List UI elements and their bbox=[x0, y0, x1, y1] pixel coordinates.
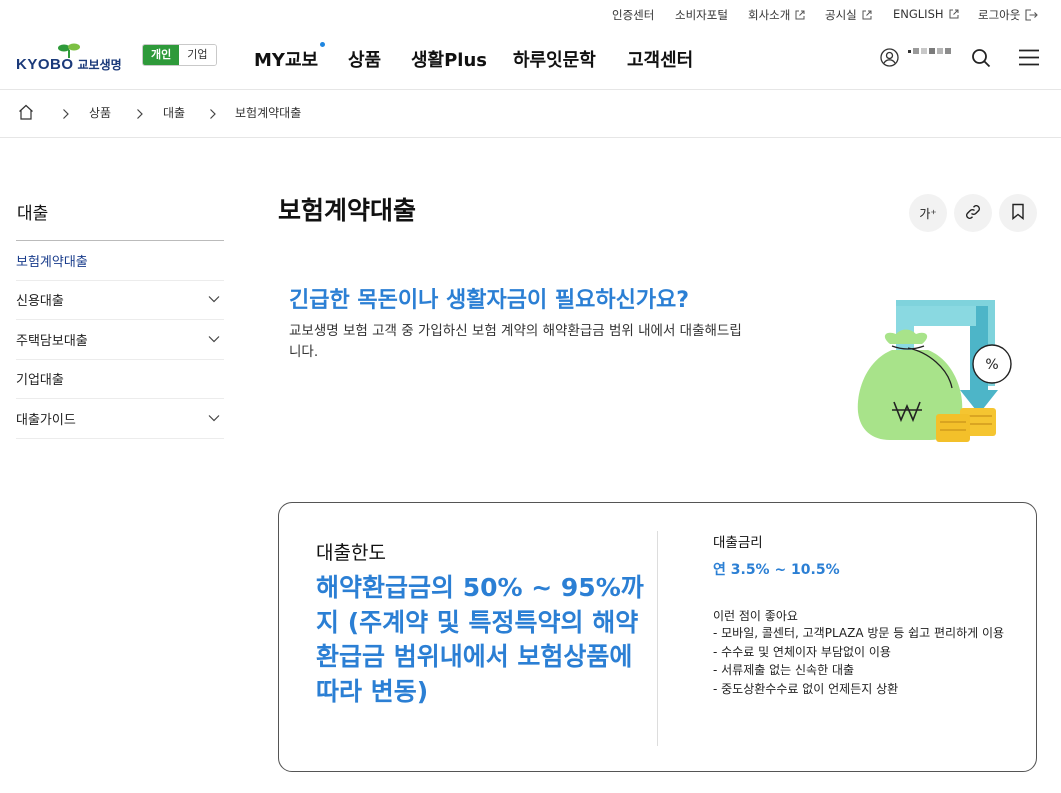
share-link-button[interactable] bbox=[954, 194, 992, 232]
bookmark-icon bbox=[1011, 203, 1025, 223]
new-badge-dot bbox=[320, 42, 326, 47]
link-icon bbox=[964, 203, 982, 224]
loan-info-box: 대출한도 해약환급금의 50% ~ 95%까지 (주계약 및 특정특약의 해약환… bbox=[278, 502, 1037, 772]
breadcrumb-current: 보험계약대출 bbox=[235, 106, 302, 120]
benefit-item: - 중도상환수수료 없이 언제든지 상환 bbox=[713, 681, 899, 696]
cert-center-link[interactable]: 인증센터 bbox=[612, 7, 654, 23]
sidebar-title: 대출 bbox=[17, 204, 49, 224]
loan-limit-value: 해약환급금의 50% ~ 95%까지 (주계약 및 특정특약의 해약환급금 범위… bbox=[316, 573, 644, 706]
benefit-list: - 모바일, 콜센터, 고객PLAZA 방문 등 쉽고 편리하게 이용 - 수수… bbox=[713, 624, 1013, 698]
chevron-right-icon bbox=[209, 105, 217, 124]
chevron-down-icon bbox=[208, 332, 220, 347]
home-icon[interactable] bbox=[18, 104, 34, 124]
utility-bar: 인증센터 소비자포털 회사소개 공시실 ENGLISH 로그아웃 bbox=[0, 0, 1061, 28]
chevron-down-icon bbox=[208, 411, 220, 426]
breadcrumb-products[interactable]: 상품 bbox=[89, 104, 111, 121]
intro-description: 교보생명 보험 고객 중 가입하신 보험 계약의 해약환급금 범위 내에서 대출… bbox=[289, 323, 742, 360]
nav-daily-literature[interactable]: 하루잇문학 bbox=[513, 46, 596, 72]
user-icon[interactable] bbox=[880, 48, 899, 71]
segment-personal[interactable]: 개인 bbox=[143, 45, 180, 65]
intro-heading: 긴급한 목돈이나 생활자금이 필요하신가요? bbox=[289, 288, 690, 313]
customer-type-toggle[interactable]: 개인 기업 bbox=[142, 44, 217, 66]
search-icon[interactable] bbox=[971, 48, 991, 72]
user-name-masked bbox=[908, 48, 951, 54]
sidebar-item-loan-guide[interactable]: 대출가이드 bbox=[16, 399, 224, 439]
company-intro-link[interactable]: 회사소개 bbox=[748, 7, 805, 23]
money-bag-illustration: % bbox=[852, 295, 1017, 454]
segment-corporate[interactable]: 기업 bbox=[179, 45, 216, 65]
menu-icon[interactable] bbox=[1019, 49, 1039, 70]
external-link-icon bbox=[862, 10, 872, 20]
external-link-icon bbox=[795, 10, 805, 20]
sidebar-item-mortgage-loan[interactable]: 주택담보대출 bbox=[16, 320, 224, 360]
external-link-icon bbox=[949, 9, 959, 19]
benefit-item: - 서류제출 없는 신속한 대출 bbox=[713, 663, 855, 677]
chevron-right-icon bbox=[62, 105, 70, 124]
logout-icon bbox=[1025, 9, 1039, 21]
nav-products[interactable]: 상품 bbox=[348, 46, 381, 72]
nav-life-plus[interactable]: 생활Plus bbox=[411, 46, 487, 72]
nav-customer-center[interactable]: 고객센터 bbox=[627, 46, 693, 72]
sidebar-item-credit-loan[interactable]: 신용대출 bbox=[16, 280, 224, 320]
loan-limit-label: 대출한도 bbox=[316, 542, 386, 564]
benefit-title: 이런 점이 좋아요 bbox=[713, 609, 798, 623]
bookmark-button[interactable] bbox=[999, 194, 1037, 232]
loan-rate-label: 대출금리 bbox=[713, 535, 763, 551]
svg-text:%: % bbox=[985, 357, 998, 373]
loan-rate-value: 연 3.5% ~ 10.5% bbox=[713, 562, 840, 578]
consumer-portal-link[interactable]: 소비자포털 bbox=[675, 7, 728, 23]
disclosure-link[interactable]: 공시실 bbox=[825, 7, 872, 23]
breadcrumb-loan[interactable]: 대출 bbox=[163, 104, 185, 121]
global-header: KYOBO 교보생명 개인 기업 MY교보 상품 생활Plus 하루잇문학 고객센… bbox=[0, 28, 1061, 90]
sidebar-item-corporate-loan[interactable]: 기업대출 bbox=[16, 359, 224, 399]
nav-my-kyobo[interactable]: MY교보 bbox=[254, 42, 326, 72]
benefit-item: - 수수료 및 연체이자 부담없이 이용 bbox=[713, 644, 891, 659]
english-link[interactable]: ENGLISH bbox=[893, 7, 959, 21]
box-divider bbox=[657, 531, 658, 746]
chevron-right-icon bbox=[136, 105, 144, 124]
benefit-item: - 모바일, 콜센터, 고객PLAZA 방문 등 쉽고 편리하게 이용 bbox=[713, 626, 1005, 640]
font-size-icon: 가⁺ bbox=[919, 206, 937, 221]
sidebar-item-policy-loan[interactable]: 보험계약대출 bbox=[16, 241, 224, 281]
breadcrumb: 상품 대출 보험계약대출 bbox=[0, 90, 1061, 138]
logout-link[interactable]: 로그아웃 bbox=[978, 7, 1039, 23]
chevron-down-icon bbox=[208, 292, 220, 307]
page-title: 보험계약대출 bbox=[278, 196, 417, 225]
font-size-button[interactable]: 가⁺ bbox=[909, 194, 947, 232]
kyobo-logo[interactable]: KYOBO 교보생명 bbox=[16, 42, 128, 73]
